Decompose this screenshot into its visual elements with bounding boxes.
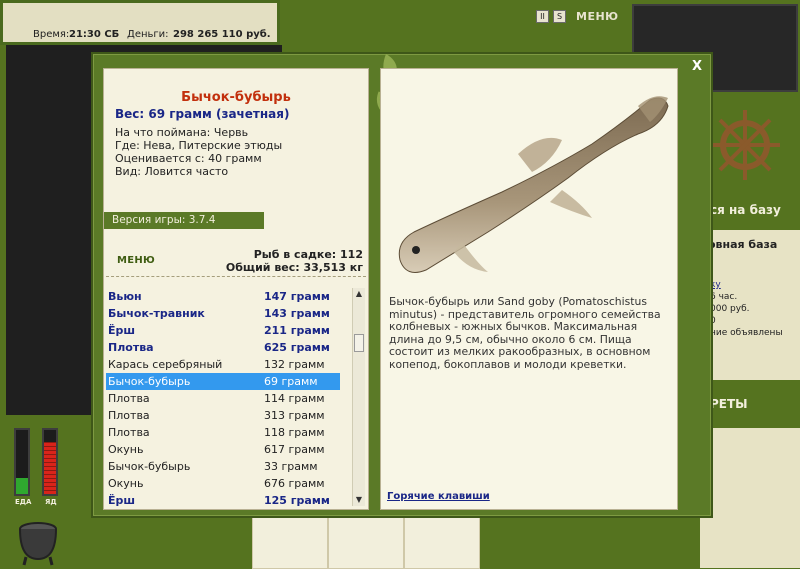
catch-fish-name: Карась серебряный [108, 358, 223, 371]
caught-on: На что поймана: Червь [115, 126, 249, 139]
poison-meter-fill [44, 441, 56, 494]
poison-label: ЯД [45, 498, 57, 506]
catch-fish-name: Плотва [108, 426, 150, 439]
catch-fish-weight: 69 грамм [264, 375, 318, 388]
money-value: 298 265 110 руб. [173, 29, 271, 40]
fish-species: Вид: Ловится часто [115, 165, 229, 178]
catch-list-scrollbar[interactable]: ▲ ▼ [352, 288, 365, 506]
divider [106, 276, 366, 277]
time-value: 21:30 СБ [69, 29, 120, 40]
catch-fish-name: Плотва [108, 392, 150, 405]
catch-fish-name: Ёрш [108, 494, 136, 506]
catch-fish-weight: 211 грамм [264, 324, 330, 337]
food-meter [14, 428, 30, 496]
catch-list-row[interactable]: Плотва 118 грамм [106, 424, 340, 441]
status-bar: Время: 21:30 СБ Деньги: 298 265 110 руб. [0, 0, 280, 45]
catch-fish-weight: 625 грамм [264, 341, 330, 354]
close-button[interactable]: X [689, 59, 705, 75]
catch-fish-weight: 143 грамм [264, 307, 330, 320]
cauldron-icon[interactable] [14, 515, 62, 567]
sound-button[interactable]: S [553, 9, 566, 23]
status-meters [14, 428, 62, 500]
top-controls: II S МЕНЮ [536, 8, 619, 24]
catch-list-row[interactable]: Карась серебряный 132 грамм [106, 356, 340, 373]
catch-list-row[interactable]: Ёрш 125 грамм [106, 492, 340, 506]
secrets-bar[interactable]: РЕТЫ [700, 380, 800, 428]
time-label: Время: [33, 29, 70, 40]
catch-fish-name: Плотва [108, 409, 150, 422]
catch-fish-weight: 617 грамм [264, 443, 325, 456]
main-menu-button[interactable]: МЕНЮ [576, 10, 619, 23]
catch-fish-weight: 33 грамм [264, 460, 318, 473]
right-bottom-panel [700, 428, 800, 568]
catch-fish-weight: 147 грамм [264, 290, 330, 303]
catch-list-row[interactable]: Окунь 676 грамм [106, 475, 340, 492]
base-info-panel: овная база ку 6 час. 000 руб. 0 ние объя… [700, 230, 800, 380]
catch-list-row[interactable]: Бычок-бубырь 69 грамм [106, 373, 340, 390]
catch-fish-name: Плотва [108, 341, 154, 354]
catch-list-row[interactable]: Плотва 114 грамм [106, 390, 340, 407]
fish-weight: Вес: 69 грамм (зачетная) [115, 107, 290, 121]
caught-where: Где: Нева, Питерские этюды [115, 139, 283, 152]
fish-image [398, 96, 669, 273]
scroll-thumb[interactable] [354, 334, 364, 352]
fish-name: Бычок-бубырь [181, 90, 291, 105]
catch-fish-weight: 313 грамм [264, 409, 325, 422]
catch-fish-name: Бычок-травник [108, 307, 205, 320]
secrets-label: РЕТЫ [710, 397, 748, 411]
fish-in-net: Рыб в садке: 112 [253, 248, 363, 261]
catch-fish-weight: 118 грамм [264, 426, 325, 439]
total-weight: Общий вес: 33,513 кг [225, 261, 363, 274]
base-title: овная база [708, 238, 778, 251]
catch-fish-weight: 114 грамм [264, 392, 325, 405]
catch-fish-name: Ёрш [108, 324, 136, 337]
base-line-2: 000 руб. [710, 304, 750, 314]
catch-list-row[interactable]: Вьюн 147 грамм [106, 288, 340, 305]
catch-fish-name: Бычок-бубырь [108, 460, 191, 473]
catch-stats: Рыб в садке: 112 Общий вес: 33,513 кг [200, 248, 363, 274]
food-meter-fill [16, 478, 28, 494]
fish-description: Бычок-бубырь или Sand goby (Pomatoschist… [389, 295, 661, 371]
catch-list-row[interactable]: Бычок-бубырь 33 грамм [106, 458, 340, 475]
catch-list-row[interactable]: Окунь 617 грамм [106, 441, 340, 458]
money-label: Деньги: [127, 29, 169, 40]
catch-fish-name: Бычок-бубырь [108, 375, 191, 388]
scroll-down-arrow-icon[interactable]: ▼ [353, 494, 365, 506]
catch-list-row[interactable]: Бычок-травник 143 грамм [106, 305, 340, 322]
pause-button[interactable]: II [536, 9, 549, 23]
catch-fish-weight: 676 грамм [264, 477, 325, 490]
catch-fish-name: Окунь [108, 477, 144, 490]
catch-fish-weight: 132 грамм [264, 358, 325, 371]
base-line-4: ние объявлены [710, 328, 783, 338]
valued-from: Оценивается с: 40 грамм [115, 152, 262, 165]
catch-fish-name: Окунь [108, 443, 144, 456]
poison-meter [42, 428, 58, 496]
catch-fish-name: Вьюн [108, 290, 142, 303]
go-to-base-link[interactable]: ся на базу [710, 203, 781, 217]
catch-list: Вьюн 147 грамм Бычок-травник 143 грамм Ёрш 21… [106, 288, 341, 506]
base-line-1: 6 час. [710, 292, 738, 302]
catch-fish-weight: 125 грамм [264, 494, 330, 506]
food-label: ЕДА [15, 498, 32, 506]
ship-wheel-icon [710, 110, 780, 180]
scroll-up-arrow-icon[interactable]: ▲ [353, 288, 365, 300]
catch-list-row[interactable]: Плотва 313 грамм [106, 407, 340, 424]
hotkeys-link[interactable]: Горячие клавиши [387, 491, 490, 502]
dialog-menu-button[interactable]: МЕНЮ [117, 255, 155, 266]
catch-list-row[interactable]: Ёрш 211 грамм [106, 322, 340, 339]
game-version: Версия игры: 3.7.4 [104, 212, 264, 229]
catch-list-row[interactable]: Плотва 625 грамм [106, 339, 340, 356]
